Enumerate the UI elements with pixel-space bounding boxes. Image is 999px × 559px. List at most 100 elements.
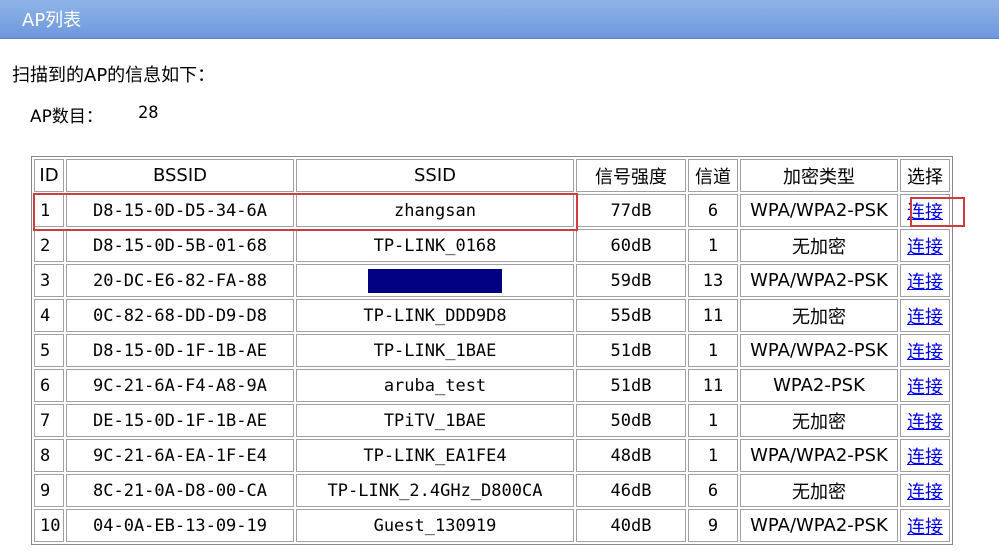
row-id: 8: [34, 439, 64, 472]
row-channel: 6: [688, 474, 738, 507]
header-channel: 信道: [688, 159, 738, 192]
connect-link[interactable]: 连接: [907, 482, 943, 503]
row-ssid: TP-LINK_DDD9D8: [296, 299, 574, 332]
table-row: 2 D8-15-0D-5B-01-68 TP-LINK_0168 60dB 1 …: [34, 229, 950, 262]
row-select-cell: 连接: [900, 404, 950, 437]
table-row: 7 DE-15-0D-1F-1B-AE TPiTV_1BAE 50dB 1 无加…: [34, 404, 950, 437]
header-select: 选择: [900, 159, 950, 192]
header-signal: 信号强度: [576, 159, 686, 192]
row-id: 1: [34, 194, 64, 227]
row-ssid: zhangsan: [296, 194, 574, 227]
row-bssid: 0C-82-68-DD-D9-D8: [66, 299, 294, 332]
row-bssid: D8-15-0D-1F-1B-AE: [66, 334, 294, 367]
row-signal: 48dB: [576, 439, 686, 472]
row-channel: 1: [688, 229, 738, 262]
row-channel: 1: [688, 334, 738, 367]
table-row: 6 9C-21-6A-F4-A8-9A aruba_test 51dB 11 W…: [34, 369, 950, 402]
connect-link[interactable]: 连接: [907, 377, 943, 398]
row-ssid: TP-LINK_1BAE: [296, 334, 574, 367]
row-encryption: 无加密: [740, 229, 898, 262]
row-select-cell: 连接: [900, 299, 950, 332]
row-id: 7: [34, 404, 64, 437]
header-id: ID: [34, 159, 64, 192]
window-title: AP列表: [22, 10, 82, 31]
row-signal: 46dB: [576, 474, 686, 507]
table-row: 10 04-0A-EB-13-09-19 Guest_130919 40dB 9…: [34, 509, 950, 542]
row-id: 2: [34, 229, 64, 262]
row-bssid: DE-15-0D-1F-1B-AE: [66, 404, 294, 437]
row-id: 6: [34, 369, 64, 402]
row-select-cell: 连接: [900, 334, 950, 367]
table-header-row: ID BSSID SSID 信号强度 信道 加密类型 选择: [34, 159, 950, 192]
row-signal: 51dB: [576, 334, 686, 367]
row-id: 5: [34, 334, 64, 367]
row-select-cell: 连接: [900, 509, 950, 542]
connect-link[interactable]: 连接: [907, 517, 943, 538]
table-row: 8 9C-21-6A-EA-1F-E4 TP-LINK_EA1FE4 48dB …: [34, 439, 950, 472]
ap-count-label: AP数目：: [30, 107, 103, 127]
ap-list-table: ID BSSID SSID 信号强度 信道 加密类型 选择 1 D8-15-0D…: [31, 156, 953, 545]
row-ssid: TP-LINK_0168: [296, 229, 574, 262]
header-bssid: BSSID: [66, 159, 294, 192]
row-ssid: TP-LINK_EA1FE4: [296, 439, 574, 472]
row-encryption: WPA/WPA2-PSK: [740, 334, 898, 367]
row-bssid: D8-15-0D-D5-34-6A: [66, 194, 294, 227]
row-ssid: [296, 264, 574, 297]
row-encryption: WPA/WPA2-PSK: [740, 439, 898, 472]
row-bssid: 9C-21-6A-EA-1F-E4: [66, 439, 294, 472]
row-encryption: WPA2-PSK: [740, 369, 898, 402]
row-select-cell: 连接: [900, 264, 950, 297]
row-ssid: Guest_130919: [296, 509, 574, 542]
row-channel: 6: [688, 194, 738, 227]
row-signal: 51dB: [576, 369, 686, 402]
row-encryption: WPA/WPA2-PSK: [740, 264, 898, 297]
header-encryption: 加密类型: [740, 159, 898, 192]
table-row: 3 20-DC-E6-82-FA-88 59dB 13 WPA/WPA2-PSK…: [34, 264, 950, 297]
connect-link[interactable]: 连接: [907, 342, 943, 363]
intro-text: 扫描到的AP的信息如下：: [12, 65, 216, 86]
row-encryption: 无加密: [740, 299, 898, 332]
table-row: 1 D8-15-0D-D5-34-6A zhangsan 77dB 6 WPA/…: [34, 194, 950, 227]
row-select-cell: 连接: [900, 229, 950, 262]
row-channel: 11: [688, 369, 738, 402]
row-bssid: 9C-21-6A-F4-A8-9A: [66, 369, 294, 402]
row-channel: 11: [688, 299, 738, 332]
row-select-cell: 连接: [900, 369, 950, 402]
row-id: 9: [34, 474, 64, 507]
row-channel: 1: [688, 404, 738, 437]
row-id: 3: [34, 264, 64, 297]
row-signal: 50dB: [576, 404, 686, 437]
redacted-ssid: [368, 268, 502, 293]
row-ssid: TP-LINK_2.4GHz_D800CA: [296, 474, 574, 507]
row-select-cell: 连接: [900, 474, 950, 507]
table-row: 4 0C-82-68-DD-D9-D8 TP-LINK_DDD9D8 55dB …: [34, 299, 950, 332]
row-encryption: 无加密: [740, 404, 898, 437]
connect-link[interactable]: 连接: [907, 412, 943, 433]
header-ssid: SSID: [296, 159, 574, 192]
row-id: 10: [34, 509, 64, 542]
row-select-cell: 连接: [900, 194, 950, 227]
row-bssid: 04-0A-EB-13-09-19: [66, 509, 294, 542]
row-bssid: 8C-21-0A-D8-00-CA: [66, 474, 294, 507]
ap-count-value: 28: [138, 103, 159, 123]
row-encryption: WPA/WPA2-PSK: [740, 194, 898, 227]
row-channel: 1: [688, 439, 738, 472]
row-signal: 60dB: [576, 229, 686, 262]
connect-link[interactable]: 连接: [907, 202, 943, 223]
title-bar: AP列表: [0, 0, 999, 39]
row-bssid: D8-15-0D-5B-01-68: [66, 229, 294, 262]
table-row: 5 D8-15-0D-1F-1B-AE TP-LINK_1BAE 51dB 1 …: [34, 334, 950, 367]
row-signal: 55dB: [576, 299, 686, 332]
row-signal: 59dB: [576, 264, 686, 297]
row-encryption: WPA/WPA2-PSK: [740, 509, 898, 542]
row-encryption: 无加密: [740, 474, 898, 507]
row-signal: 40dB: [576, 509, 686, 542]
row-signal: 77dB: [576, 194, 686, 227]
connect-link[interactable]: 连接: [907, 272, 943, 293]
connect-link[interactable]: 连接: [907, 447, 943, 468]
row-ssid: aruba_test: [296, 369, 574, 402]
connect-link[interactable]: 连接: [907, 237, 943, 258]
row-bssid: 20-DC-E6-82-FA-88: [66, 264, 294, 297]
connect-link[interactable]: 连接: [907, 307, 943, 328]
table-row: 9 8C-21-0A-D8-00-CA TP-LINK_2.4GHz_D800C…: [34, 474, 950, 507]
